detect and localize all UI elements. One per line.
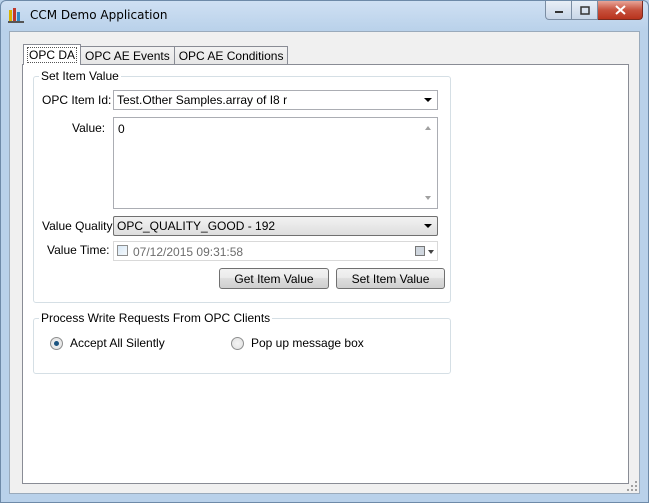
tab-label: OPC AE Events xyxy=(85,49,170,63)
accept-all-label[interactable]: Accept All Silently xyxy=(70,336,165,350)
set-item-value-label: Set Item Value xyxy=(351,271,430,286)
set-item-value-legend: Set Item Value xyxy=(41,69,119,83)
time-enable-checkbox[interactable] xyxy=(117,245,128,256)
minimize-button[interactable] xyxy=(545,1,572,20)
client-area: OPC DA OPC AE Events OPC AE Conditions S… xyxy=(9,31,640,494)
value-scrollbar[interactable] xyxy=(420,118,437,208)
maximize-button[interactable] xyxy=(572,1,598,20)
quality-label: Value Quality: xyxy=(42,219,116,233)
close-button[interactable] xyxy=(598,1,643,20)
set-item-value-button[interactable]: Set Item Value xyxy=(336,268,445,289)
calendar-icon[interactable] xyxy=(415,246,425,256)
quality-select[interactable]: OPC_QUALITY_GOOD - 192 xyxy=(113,216,438,236)
popup-message-radio[interactable] xyxy=(231,337,244,350)
item-id-label: OPC Item Id: xyxy=(42,93,112,107)
window-controls xyxy=(545,1,643,21)
close-icon xyxy=(614,5,626,15)
app-icon xyxy=(8,8,24,23)
scroll-up-icon[interactable] xyxy=(425,126,431,130)
time-value: 07/12/2015 09:31:58 xyxy=(133,245,244,259)
scroll-down-icon[interactable] xyxy=(425,196,431,200)
title-bar[interactable]: CCM Demo Application xyxy=(1,1,648,31)
tab-panel-opc-da: Set Item Value OPC Item Id: Test.Other S… xyxy=(22,64,629,484)
tab-strip: OPC DA OPC AE Events OPC AE Conditions xyxy=(23,44,289,65)
chevron-down-icon[interactable] xyxy=(424,224,432,228)
resize-grip-icon[interactable] xyxy=(626,480,638,492)
maximize-icon xyxy=(579,5,590,15)
minimize-icon xyxy=(554,11,563,13)
tab-label: OPC DA xyxy=(26,47,78,63)
value-text: 0 xyxy=(118,122,125,136)
write-requests-legend: Process Write Requests From OPC Clients xyxy=(41,311,271,325)
chevron-down-icon[interactable] xyxy=(424,98,432,102)
tab-label: OPC AE Conditions xyxy=(178,49,284,63)
get-item-value-button[interactable]: Get Item Value xyxy=(219,268,329,289)
tab-opc-ae-conditions[interactable]: OPC AE Conditions xyxy=(173,46,289,65)
application-window: CCM Demo Application OPC DA OPC AE Event… xyxy=(0,0,649,503)
get-item-value-label: Get Item Value xyxy=(234,271,314,286)
tab-opc-ae-events[interactable]: OPC AE Events xyxy=(80,46,175,65)
time-label: Value Time: xyxy=(47,243,110,257)
window-title: CCM Demo Application xyxy=(30,8,168,22)
item-id-value: Test.Other Samples.array of I8 r xyxy=(117,93,288,107)
value-time-picker[interactable]: 07/12/2015 09:31:58 xyxy=(113,241,438,261)
popup-message-label[interactable]: Pop up message box xyxy=(251,336,364,350)
accept-all-radio[interactable] xyxy=(50,337,63,350)
chevron-down-icon[interactable] xyxy=(428,250,434,254)
value-textarea[interactable]: 0 xyxy=(113,117,438,209)
quality-value: OPC_QUALITY_GOOD - 192 xyxy=(117,219,276,233)
tab-opc-da[interactable]: OPC DA xyxy=(23,44,82,65)
value-label: Value: xyxy=(72,121,106,135)
item-id-combo[interactable]: Test.Other Samples.array of I8 r xyxy=(113,90,438,110)
